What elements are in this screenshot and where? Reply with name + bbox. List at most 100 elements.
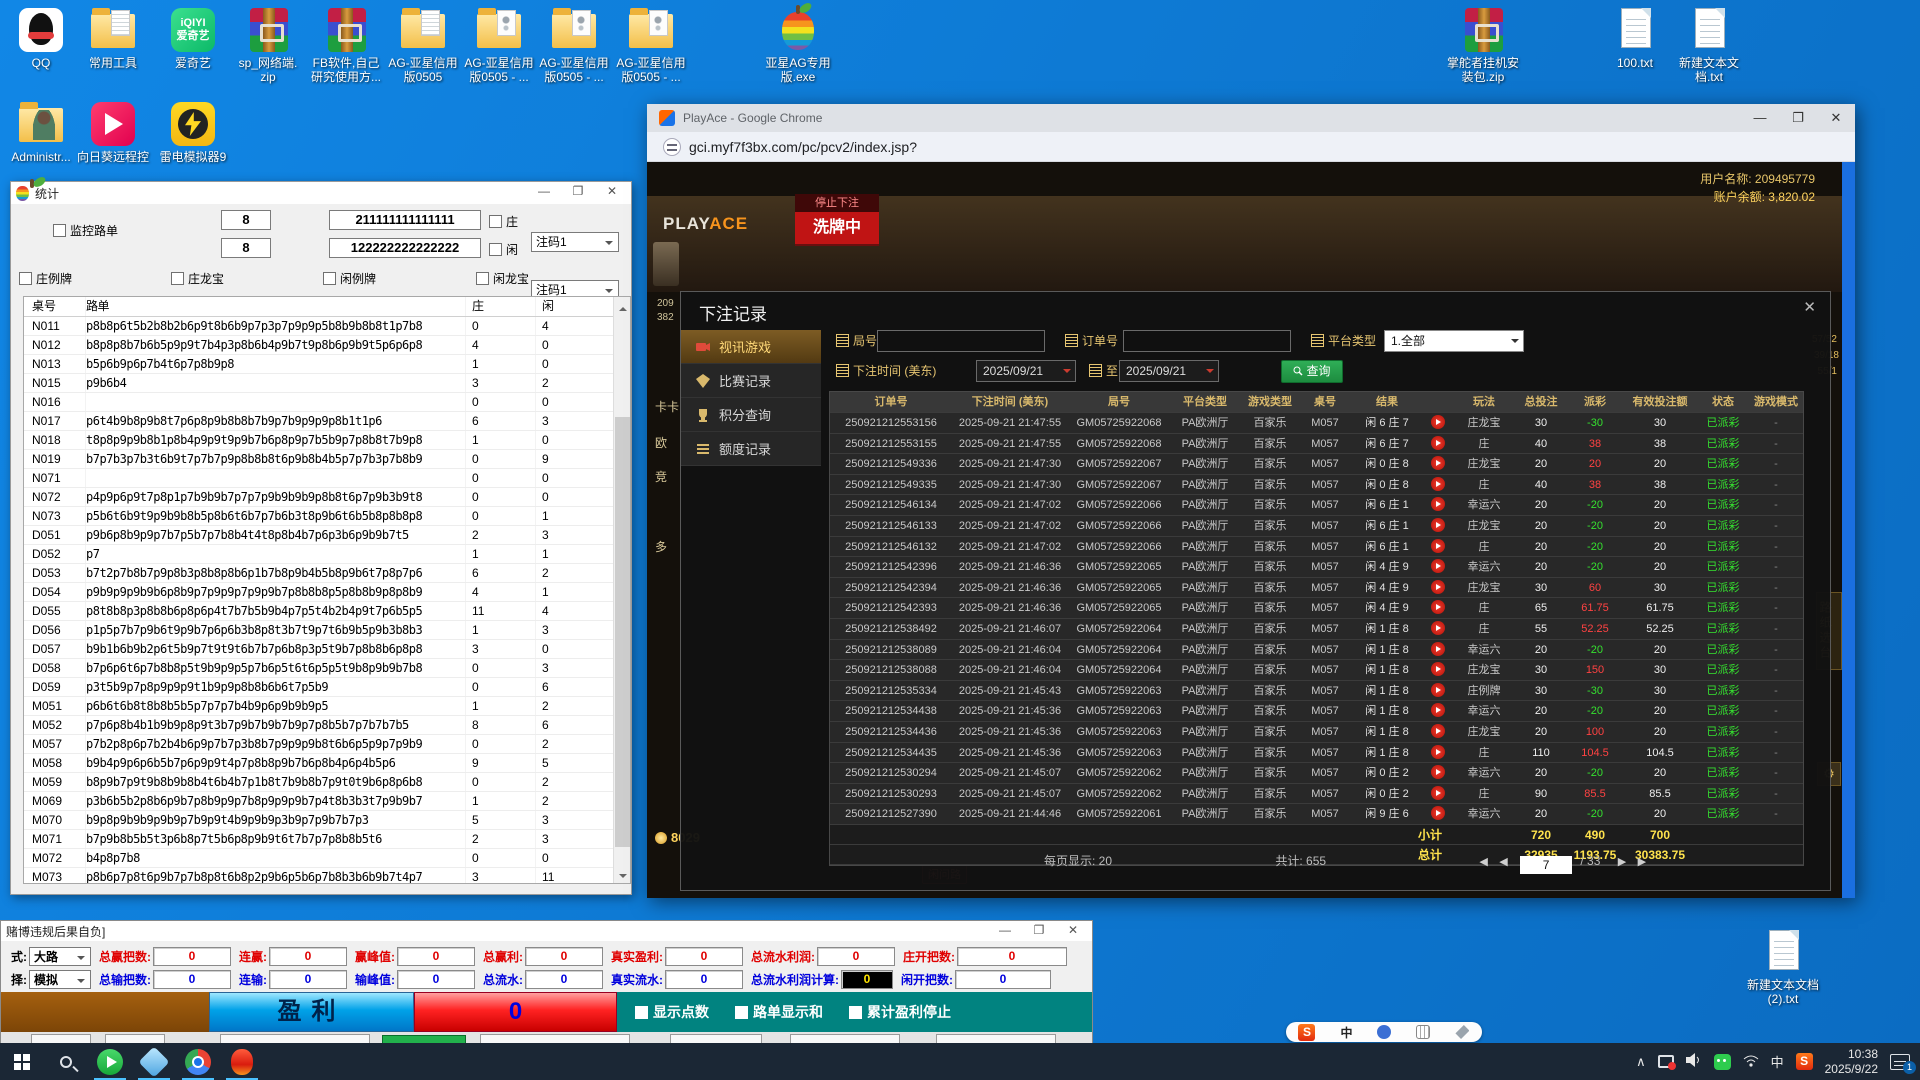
replay-button[interactable] <box>1431 724 1445 738</box>
tab-points-query[interactable]: 积分查询 <box>681 398 821 432</box>
menu-item-fragment[interactable]: 竞 <box>655 468 667 485</box>
player-checkbox[interactable]: 闲 <box>489 241 518 259</box>
scrollbar[interactable] <box>613 297 630 883</box>
stop-on-profit-checkbox[interactable]: 累计盈利停止 <box>849 1002 951 1022</box>
maximize-button[interactable]: ❐ <box>1022 921 1056 941</box>
replay-button[interactable] <box>1431 621 1445 635</box>
minimize-button[interactable]: — <box>988 921 1022 941</box>
desktop-icon-tools[interactable]: 常用工具 <box>72 6 154 70</box>
bottom-titlebar[interactable]: 赌博违规后果自负] — ❐ ✕ <box>1 921 1092 941</box>
sim-select[interactable]: 模拟 <box>29 970 91 989</box>
replay-button[interactable] <box>1431 539 1445 553</box>
sogou-ime-bar[interactable]: S 中 <box>1286 1022 1482 1042</box>
moon-icon[interactable] <box>1377 1025 1391 1039</box>
replay-button[interactable] <box>1431 415 1445 429</box>
taskbar-clock[interactable]: 10:38 2025/9/22 <box>1825 1047 1878 1077</box>
desktop-icon-sunlogin[interactable]: 向日葵远程控 <box>72 100 154 164</box>
count-input-1[interactable]: 8 <box>221 210 271 230</box>
network-icon[interactable] <box>1743 1054 1759 1070</box>
ime-indicator[interactable]: 中 <box>1771 1052 1784 1071</box>
monitor-checkbox[interactable]: 监控路单 <box>53 222 118 240</box>
date-to-select[interactable]: 2025/09/21 <box>1119 360 1219 382</box>
desktop-icon-ag-folder-1[interactable]: AG-亚星信用 版0505 <box>382 6 464 84</box>
desktop-icon-newtxt2[interactable]: 新建文本文档 (2).txt <box>1742 928 1824 1006</box>
replay-button[interactable] <box>1431 518 1445 532</box>
replay-button[interactable] <box>1431 559 1445 573</box>
url-text[interactable]: gci.myf7f3bx.com/pc/pcv2/index.jsp? <box>689 139 917 155</box>
sogou-tray-icon[interactable]: S <box>1796 1053 1813 1070</box>
wechat-icon[interactable] <box>1714 1054 1731 1070</box>
desktop-icon-newtxt[interactable]: 新建文本文 档.txt <box>1668 6 1750 84</box>
taskbar-app-blue[interactable] <box>132 1043 176 1080</box>
banker-pair-checkbox[interactable]: 庄例牌 <box>19 270 72 288</box>
replay-button[interactable] <box>1431 703 1445 717</box>
taskbar-apple-app[interactable] <box>220 1043 264 1080</box>
tray-expand-icon[interactable]: ∧ <box>1636 1054 1646 1070</box>
replay-button[interactable] <box>1431 745 1445 759</box>
replay-button[interactable] <box>1431 436 1445 450</box>
scroll-down-icon[interactable] <box>614 866 631 883</box>
profit-button[interactable]: 盈利 <box>209 992 414 1032</box>
banker-checkbox[interactable]: 庄 <box>489 213 518 231</box>
maximize-button[interactable]: ❐ <box>1779 104 1817 132</box>
desktop-icon-apple-exe[interactable]: 亚星AG专用 版.exe <box>757 6 839 84</box>
notification-icon[interactable]: 1 <box>1890 1054 1910 1070</box>
sogou-icon[interactable]: S <box>1298 1024 1315 1041</box>
desktop-icon-ag-folder-2[interactable]: AG-亚星信用 版0505 - ... <box>458 6 540 84</box>
replay-button[interactable] <box>1431 683 1445 697</box>
code-input-1[interactable]: 211111111111111 <box>329 210 481 230</box>
chrome-titlebar[interactable]: PlayAce - Google Chrome — ❐ ✕ <box>647 104 1855 132</box>
desktop-icon-iqiyi[interactable]: iQIYI 爱奇艺 爱奇艺 <box>152 6 234 70</box>
menu-item-fragment[interactable]: 卡卡 <box>655 398 679 415</box>
desktop-icon-sp-zip[interactable]: sp_网络端. zip <box>227 6 309 84</box>
replay-button[interactable] <box>1431 765 1445 779</box>
desktop-icon-zip-right[interactable]: 掌舵者挂机安 装包.zip <box>1442 6 1524 84</box>
bet-code-select-1[interactable]: 注码1 <box>531 232 619 252</box>
screencast-icon[interactable] <box>1658 1055 1674 1068</box>
chrome-url-bar[interactable]: gci.myf7f3bx.com/pc/pcv2/index.jsp? <box>647 132 1855 162</box>
desktop-icon-ag-folder-4[interactable]: AG-亚星信用 版0505 - ... <box>610 6 692 84</box>
search-button[interactable] <box>44 1043 88 1080</box>
scroll-thumb[interactable] <box>615 417 630 847</box>
wrench-icon[interactable] <box>1455 1025 1469 1039</box>
keyboard-icon[interactable] <box>1416 1025 1430 1039</box>
replay-button[interactable] <box>1431 662 1445 676</box>
page-input[interactable]: 7 <box>1520 856 1572 874</box>
replay-button[interactable] <box>1431 600 1445 614</box>
desktop-icon-qq[interactable]: QQ <box>0 6 82 70</box>
mode-select[interactable]: 大路 <box>29 947 91 966</box>
player-dragon-checkbox[interactable]: 闲龙宝 <box>476 270 529 288</box>
modal-close-icon[interactable]: ✕ <box>1803 298 1816 316</box>
round-filter-input[interactable] <box>877 330 1045 352</box>
stats-titlebar[interactable]: 统计 — ❐ ✕ <box>11 182 631 204</box>
menu-item-fragment[interactable]: 多 <box>655 538 667 555</box>
site-settings-icon[interactable] <box>663 138 681 156</box>
replay-button[interactable] <box>1431 580 1445 594</box>
taskbar-chrome[interactable] <box>176 1043 220 1080</box>
show-points-checkbox[interactable]: 显示点数 <box>635 1002 709 1022</box>
replay-button[interactable] <box>1431 497 1445 511</box>
last-page-icon[interactable]: ▶ <box>1638 856 1646 868</box>
menu-item-fragment[interactable]: 欧 <box>655 434 667 451</box>
banker-dragon-checkbox[interactable]: 庄龙宝 <box>171 270 224 288</box>
desktop-icon-ldplayer[interactable]: 雷电模拟器9 <box>152 100 234 164</box>
start-button[interactable] <box>0 1043 44 1080</box>
replay-button[interactable] <box>1431 806 1445 820</box>
taskbar-ldplayer[interactable] <box>88 1043 132 1080</box>
replay-button[interactable] <box>1431 786 1445 800</box>
ime-mode[interactable]: 中 <box>1340 1024 1352 1041</box>
next-page-icon[interactable]: ▶ <box>1618 856 1626 868</box>
tab-match-records[interactable]: 比赛记录 <box>681 364 821 398</box>
desktop-icon-fb-zip[interactable]: FB软件,自己 研究使用方... <box>305 6 387 84</box>
tab-video-games[interactable]: 视讯游戏 <box>681 330 821 364</box>
desktop-icon-administrator[interactable]: Administr... <box>0 100 82 164</box>
replay-button[interactable] <box>1431 477 1445 491</box>
platform-select[interactable]: 1.全部 <box>1384 330 1524 352</box>
tab-credit-records[interactable]: 额度记录 <box>681 432 821 466</box>
close-button[interactable]: ✕ <box>1056 921 1090 941</box>
player-pair-checkbox[interactable]: 闲例牌 <box>323 270 376 288</box>
road-sum-checkbox[interactable]: 路单显示和 <box>735 1002 823 1022</box>
speaker-icon[interactable] <box>1686 1053 1702 1070</box>
replay-button[interactable] <box>1431 456 1445 470</box>
close-button[interactable]: ✕ <box>595 182 629 202</box>
